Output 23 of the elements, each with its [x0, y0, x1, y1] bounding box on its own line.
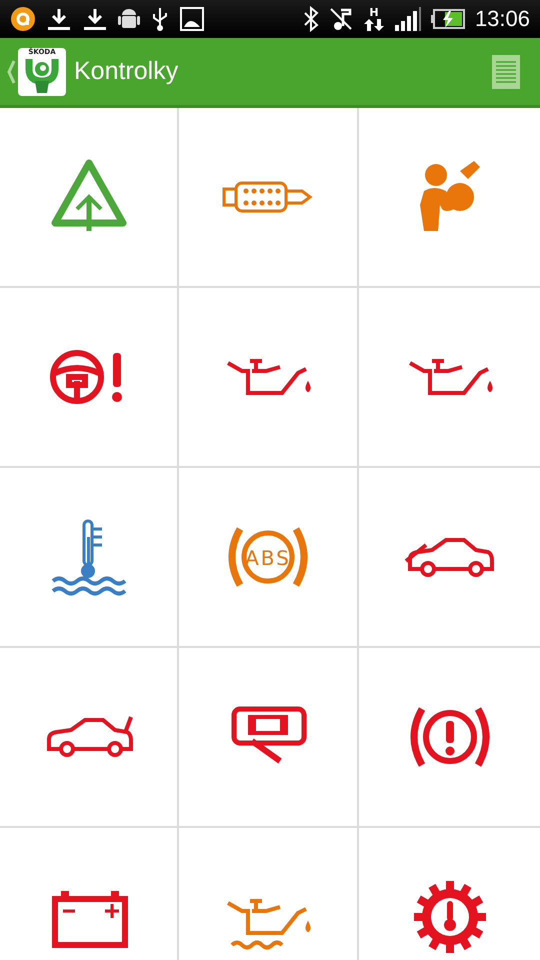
data-arrows-icon	[362, 18, 385, 32]
warning-light-tile[interactable]: ABS	[179, 468, 359, 648]
warning-light-tile[interactable]	[0, 288, 179, 468]
screen-title: Kontrolky	[74, 57, 180, 86]
clock: 13:06	[474, 6, 530, 32]
image-icon	[180, 7, 204, 31]
warning-light-tile[interactable]	[0, 648, 179, 828]
warning-light-tile[interactable]	[179, 108, 359, 288]
bluetooth-icon	[302, 6, 319, 32]
warning-light-tile[interactable]	[179, 288, 359, 468]
network-type: H	[369, 6, 379, 18]
signal-icon	[394, 7, 421, 31]
mechanic-figure-icon	[25, 56, 59, 92]
warning-light-tile[interactable]	[179, 648, 359, 828]
usb-icon	[150, 6, 170, 32]
abs-label: ABS	[245, 546, 291, 570]
battery-charging-icon	[430, 9, 465, 29]
app-icon	[10, 6, 36, 32]
download-icon	[46, 6, 72, 32]
music-muted-icon	[328, 6, 353, 32]
warning-light-tile[interactable]	[0, 108, 179, 288]
warning-light-tile[interactable]	[0, 468, 179, 648]
download-icon	[82, 6, 108, 32]
